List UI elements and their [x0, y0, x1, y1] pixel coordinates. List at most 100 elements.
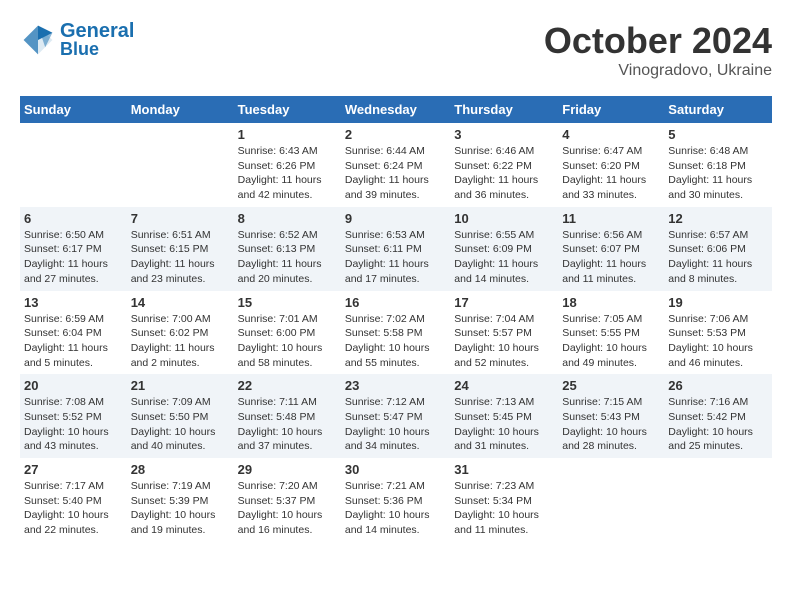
day-cell: 29 Sunrise: 7:20 AM Sunset: 5:37 PM Dayli… [234, 458, 341, 542]
day-info: Sunrise: 7:15 AM Sunset: 5:43 PM Dayligh… [562, 395, 660, 454]
day-number: 25 [562, 378, 660, 393]
day-info: Sunrise: 6:44 AM Sunset: 6:24 PM Dayligh… [345, 144, 446, 203]
day-cell: 23 Sunrise: 7:12 AM Sunset: 5:47 PM Dayli… [341, 374, 450, 458]
day-cell: 21Sunrise: 7:09 AM Sunset: 5:50 PM Dayli… [127, 374, 234, 458]
day-number: 26 [668, 378, 768, 393]
week-row-0: 1Sunrise: 6:43 AM Sunset: 6:26 PM Daylig… [20, 123, 772, 207]
day-number: 2 [345, 127, 446, 142]
day-cell: 13 Sunrise: 6:59 AM Sunset: 6:04 PM Dayli… [20, 291, 127, 375]
week-row-4: 27 Sunrise: 7:17 AM Sunset: 5:40 PM Dayli… [20, 458, 772, 542]
day-info: Sunrise: 6:56 AM Sunset: 6:07 PM Dayligh… [562, 228, 660, 287]
day-info: Sunrise: 7:09 AM Sunset: 5:50 PM Dayligh… [131, 395, 230, 454]
day-number: 15 [238, 295, 337, 310]
day-number: 20 [24, 378, 123, 393]
day-info: Sunrise: 6:57 AM Sunset: 6:06 PM Dayligh… [668, 228, 768, 287]
day-cell: 6 Sunrise: 6:50 AM Sunset: 6:17 PM Daylig… [20, 207, 127, 291]
day-cell: 5 Sunrise: 6:48 AM Sunset: 6:18 PM Daylig… [664, 123, 772, 207]
logo-icon [20, 22, 56, 58]
day-info: Sunrise: 7:21 AM Sunset: 5:36 PM Dayligh… [345, 479, 446, 538]
header-cell-tuesday: Tuesday [234, 96, 341, 123]
day-info: Sunrise: 6:53 AM Sunset: 6:11 PM Dayligh… [345, 228, 446, 287]
day-number: 29 [238, 462, 337, 477]
day-number: 13 [24, 295, 123, 310]
day-cell: 11Sunrise: 6:56 AM Sunset: 6:07 PM Dayli… [558, 207, 664, 291]
header-cell-thursday: Thursday [450, 96, 558, 123]
calendar-body: 1Sunrise: 6:43 AM Sunset: 6:26 PM Daylig… [20, 123, 772, 542]
location-subtitle: Vinogradovo, Ukraine [544, 62, 772, 80]
day-number: 3 [454, 127, 554, 142]
day-info: Sunrise: 7:08 AM Sunset: 5:52 PM Dayligh… [24, 395, 123, 454]
day-cell: 30 Sunrise: 7:21 AM Sunset: 5:36 PM Dayli… [341, 458, 450, 542]
day-info: Sunrise: 7:01 AM Sunset: 6:00 PM Dayligh… [238, 312, 337, 371]
day-cell: 26 Sunrise: 7:16 AM Sunset: 5:42 PM Dayli… [664, 374, 772, 458]
day-cell: 20 Sunrise: 7:08 AM Sunset: 5:52 PM Dayli… [20, 374, 127, 458]
week-row-2: 13 Sunrise: 6:59 AM Sunset: 6:04 PM Dayli… [20, 291, 772, 375]
day-cell: 16Sunrise: 7:02 AM Sunset: 5:58 PM Dayli… [341, 291, 450, 375]
week-row-3: 20 Sunrise: 7:08 AM Sunset: 5:52 PM Dayli… [20, 374, 772, 458]
day-info: Sunrise: 6:48 AM Sunset: 6:18 PM Dayligh… [668, 144, 768, 203]
day-cell: 31 Sunrise: 7:23 AM Sunset: 5:34 PM Dayli… [450, 458, 558, 542]
day-info: Sunrise: 6:47 AM Sunset: 6:20 PM Dayligh… [562, 144, 660, 203]
day-number: 24 [454, 378, 554, 393]
day-number: 17 [454, 295, 554, 310]
day-number: 23 [345, 378, 446, 393]
day-info: Sunrise: 7:12 AM Sunset: 5:47 PM Dayligh… [345, 395, 446, 454]
day-info: Sunrise: 6:50 AM Sunset: 6:17 PM Dayligh… [24, 228, 123, 287]
day-info: Sunrise: 7:04 AM Sunset: 5:57 PM Dayligh… [454, 312, 554, 371]
day-number: 30 [345, 462, 446, 477]
day-cell [127, 123, 234, 207]
day-cell: 18Sunrise: 7:05 AM Sunset: 5:55 PM Dayli… [558, 291, 664, 375]
day-cell [20, 123, 127, 207]
day-cell: 1Sunrise: 6:43 AM Sunset: 6:26 PM Daylig… [234, 123, 341, 207]
day-cell: 3Sunrise: 6:46 AM Sunset: 6:22 PM Daylig… [450, 123, 558, 207]
day-info: Sunrise: 7:20 AM Sunset: 5:37 PM Dayligh… [238, 479, 337, 538]
day-info: Sunrise: 7:23 AM Sunset: 5:34 PM Dayligh… [454, 479, 554, 538]
day-number: 10 [454, 211, 554, 226]
day-cell: 17 Sunrise: 7:04 AM Sunset: 5:57 PM Dayli… [450, 291, 558, 375]
day-cell: 25 Sunrise: 7:15 AM Sunset: 5:43 PM Dayli… [558, 374, 664, 458]
day-cell: 28Sunrise: 7:19 AM Sunset: 5:39 PM Dayli… [127, 458, 234, 542]
month-title: October 2024 [544, 20, 772, 62]
day-cell: 2 Sunrise: 6:44 AM Sunset: 6:24 PM Daylig… [341, 123, 450, 207]
day-cell: 9 Sunrise: 6:53 AM Sunset: 6:11 PM Daylig… [341, 207, 450, 291]
day-info: Sunrise: 7:17 AM Sunset: 5:40 PM Dayligh… [24, 479, 123, 538]
day-info: Sunrise: 6:51 AM Sunset: 6:15 PM Dayligh… [131, 228, 230, 287]
page-header: General Blue October 2024 Vinogradovo, U… [20, 20, 772, 80]
title-block: October 2024 Vinogradovo, Ukraine [544, 20, 772, 80]
day-number: 9 [345, 211, 446, 226]
day-cell [558, 458, 664, 542]
header-cell-monday: Monday [127, 96, 234, 123]
day-number: 8 [238, 211, 337, 226]
day-number: 14 [131, 295, 230, 310]
day-cell: 14 Sunrise: 7:00 AM Sunset: 6:02 PM Dayli… [127, 291, 234, 375]
day-info: Sunrise: 7:19 AM Sunset: 5:39 PM Dayligh… [131, 479, 230, 538]
day-number: 5 [668, 127, 768, 142]
day-cell: 22 Sunrise: 7:11 AM Sunset: 5:48 PM Dayli… [234, 374, 341, 458]
header-row: SundayMondayTuesdayWednesdayThursdayFrid… [20, 96, 772, 123]
day-number: 6 [24, 211, 123, 226]
day-cell: 19Sunrise: 7:06 AM Sunset: 5:53 PM Dayli… [664, 291, 772, 375]
day-number: 27 [24, 462, 123, 477]
header-cell-saturday: Saturday [664, 96, 772, 123]
header-cell-friday: Friday [558, 96, 664, 123]
day-cell: 10Sunrise: 6:55 AM Sunset: 6:09 PM Dayli… [450, 207, 558, 291]
day-info: Sunrise: 7:06 AM Sunset: 5:53 PM Dayligh… [668, 312, 768, 371]
day-info: Sunrise: 6:59 AM Sunset: 6:04 PM Dayligh… [24, 312, 123, 371]
header-cell-wednesday: Wednesday [341, 96, 450, 123]
day-info: Sunrise: 7:02 AM Sunset: 5:58 PM Dayligh… [345, 312, 446, 371]
header-cell-sunday: Sunday [20, 96, 127, 123]
day-number: 1 [238, 127, 337, 142]
day-number: 22 [238, 378, 337, 393]
day-info: Sunrise: 7:00 AM Sunset: 6:02 PM Dayligh… [131, 312, 230, 371]
day-info: Sunrise: 7:11 AM Sunset: 5:48 PM Dayligh… [238, 395, 337, 454]
calendar-table: SundayMondayTuesdayWednesdayThursdayFrid… [20, 96, 772, 542]
day-cell: 15 Sunrise: 7:01 AM Sunset: 6:00 PM Dayli… [234, 291, 341, 375]
day-info: Sunrise: 7:16 AM Sunset: 5:42 PM Dayligh… [668, 395, 768, 454]
day-number: 31 [454, 462, 554, 477]
day-number: 18 [562, 295, 660, 310]
day-cell: 8Sunrise: 6:52 AM Sunset: 6:13 PM Daylig… [234, 207, 341, 291]
day-cell [664, 458, 772, 542]
day-cell: 27 Sunrise: 7:17 AM Sunset: 5:40 PM Dayli… [20, 458, 127, 542]
day-cell: 4Sunrise: 6:47 AM Sunset: 6:20 PM Daylig… [558, 123, 664, 207]
day-info: Sunrise: 7:13 AM Sunset: 5:45 PM Dayligh… [454, 395, 554, 454]
